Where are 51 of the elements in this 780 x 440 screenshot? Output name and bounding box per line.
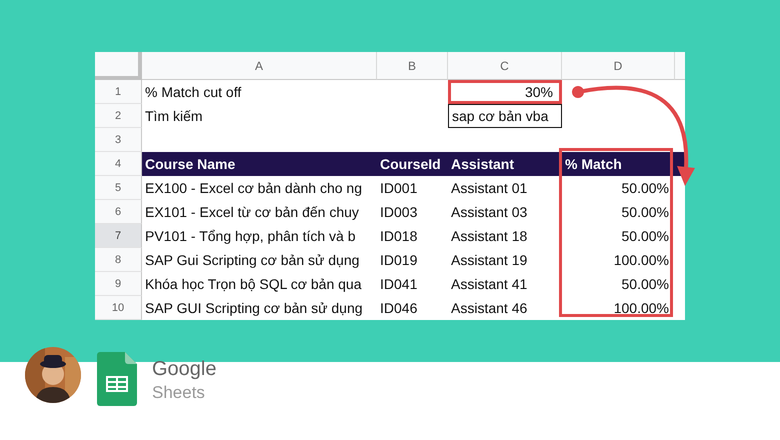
table-cell-text: 100.00% <box>612 299 670 318</box>
table-cell-text: ID019 <box>379 251 418 270</box>
table-cell-text: Assistant 03 <box>450 203 528 222</box>
column-heading: Assistant <box>448 152 562 176</box>
column-header[interactable] <box>675 52 685 80</box>
table-cell-text: 50.00% <box>620 203 670 222</box>
table-cell-text: Tìm kiếm <box>144 107 204 126</box>
table-cell-text: SAP GUI Scripting cơ bản sử dụng <box>144 299 364 318</box>
row-header[interactable]: 3 <box>95 128 142 152</box>
table-cell-text: EX100 - Excel cơ bản dành cho ng <box>144 179 363 198</box>
table-cell-text: Assistant 19 <box>450 251 528 270</box>
column-heading: % Match <box>562 152 675 176</box>
row-header[interactable]: 4 <box>95 152 142 176</box>
table-cell-text: ID003 <box>379 203 418 222</box>
row-header[interactable]: 8 <box>95 248 142 272</box>
table-cell-text: EX101 - Excel từ cơ bản đến chuy <box>144 203 360 222</box>
row-header[interactable]: 10 <box>95 296 142 320</box>
column-header[interactable]: C <box>448 52 562 80</box>
table-cell-text: Assistant 01 <box>450 179 528 198</box>
table-cell-text: PV101 - Tổng hợp, phân tích và b <box>144 227 357 246</box>
table-cell-text: Assistant 18 <box>450 227 528 246</box>
column-header[interactable]: B <box>377 52 448 80</box>
table-cell-text: ID046 <box>379 299 418 318</box>
product-name: Sheets <box>152 382 206 404</box>
row-header[interactable]: 2 <box>95 104 142 128</box>
spreadsheet-icon <box>97 352 137 406</box>
select-all-corner[interactable] <box>95 52 142 80</box>
brand-name: Google <box>152 358 216 380</box>
table-cell-text: SAP Gui Scripting cơ bản sử dụng <box>144 251 360 270</box>
column-header[interactable]: D <box>562 52 675 80</box>
row-header[interactable]: 1 <box>95 80 142 104</box>
table-cell: sap cơ bản vba <box>448 104 562 128</box>
table-cell: 30% <box>448 80 562 104</box>
table-cell-text: 50.00% <box>620 227 670 246</box>
table-cell-text: 50.00% <box>620 179 670 198</box>
row-header[interactable]: 7 <box>95 224 142 248</box>
column-header[interactable]: A <box>142 52 377 80</box>
row-header[interactable]: 5 <box>95 176 142 200</box>
table-cell-text: ID018 <box>379 227 418 246</box>
table-cell-text: 100.00% <box>612 251 670 270</box>
table-cell-text: Assistant 46 <box>450 299 528 318</box>
table-cell-text: ID001 <box>379 179 418 198</box>
table-cell-text: 50.00% <box>620 275 670 294</box>
table-cell-text: Assistant 41 <box>450 275 528 294</box>
row-header[interactable]: 9 <box>95 272 142 296</box>
row-header[interactable]: 6 <box>95 200 142 224</box>
column-heading: Course Name <box>142 152 377 176</box>
column-heading: CourseId <box>377 152 448 176</box>
table-cell-text: % Match cut off <box>144 83 242 102</box>
table-cell-text: Khóa học Trọn bộ SQL cơ bản qua <box>144 275 362 294</box>
table-cell-text: ID041 <box>379 275 418 294</box>
